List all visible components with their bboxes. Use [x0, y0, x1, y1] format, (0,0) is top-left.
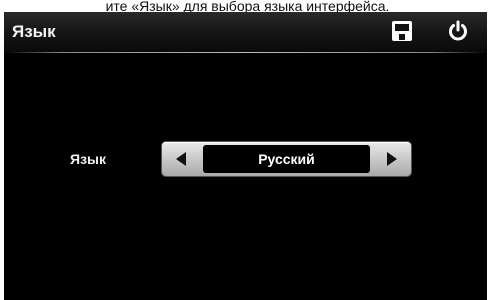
language-selector[interactable]: Русский [162, 142, 411, 176]
page-title: Язык [12, 22, 56, 41]
save-button[interactable] [389, 18, 415, 44]
language-value-box: Русский [203, 145, 370, 173]
language-label: Язык [70, 151, 106, 167]
caption-text: ите «Язык» для выбора языка интерфейса. [0, 0, 495, 12]
previous-language-button[interactable] [166, 145, 196, 173]
next-language-button[interactable] [377, 145, 407, 173]
caption-label: ите «Язык» для выбора языка интерфейса. [105, 0, 390, 12]
title-divider [4, 52, 487, 53]
device-screen: Язык Язык Русский [4, 12, 487, 300]
triangle-left-icon [176, 152, 186, 166]
triangle-right-icon [387, 152, 397, 166]
floppy-disk-icon [392, 21, 412, 41]
power-icon [449, 20, 467, 41]
power-button[interactable] [445, 18, 471, 44]
language-value: Русский [258, 151, 315, 167]
title-bar: Язык [4, 12, 487, 52]
